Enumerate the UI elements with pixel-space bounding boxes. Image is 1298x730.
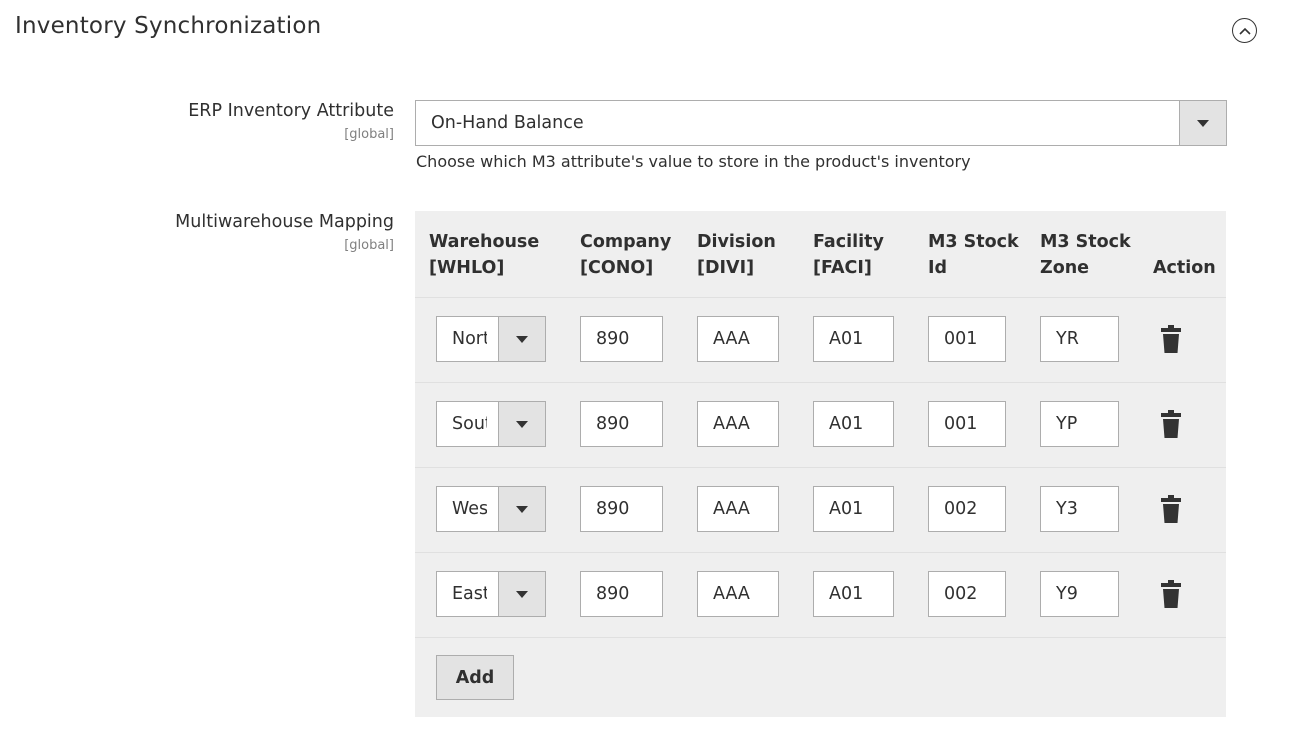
column-header-warehouse: Warehouse [WHLO] <box>429 232 540 278</box>
dropdown-toggle[interactable] <box>498 402 545 446</box>
column-header-company: Company [CONO] <box>580 232 672 278</box>
dropdown-toggle[interactable] <box>498 572 545 616</box>
warehouse-value: West <box>452 499 487 519</box>
erp-attribute-scope: [global] <box>344 127 394 142</box>
division-input[interactable] <box>697 571 779 617</box>
caret-down-icon <box>516 420 528 428</box>
warehouse-value: South <box>452 414 487 434</box>
stock-zone-input[interactable] <box>1040 571 1119 617</box>
caret-down-icon <box>516 590 528 598</box>
collapse-section-button[interactable] <box>1232 18 1257 43</box>
caret-down-icon <box>1197 119 1209 127</box>
warehouse-select[interactable]: South <box>436 401 546 447</box>
table-row: North <box>415 297 1226 382</box>
erp-attribute-label: ERP Inventory Attribute <box>188 101 394 121</box>
facility-input[interactable] <box>813 486 894 532</box>
caret-down-icon <box>516 335 528 343</box>
company-input[interactable] <box>580 486 663 532</box>
row-divider <box>415 637 1226 638</box>
stock-zone-input[interactable] <box>1040 401 1119 447</box>
division-input[interactable] <box>697 316 779 362</box>
erp-attribute-note: Choose which M3 attribute's value to sto… <box>416 152 971 171</box>
column-header-stock-zone: M3 Stock Zone <box>1040 232 1131 278</box>
warehouse-select[interactable]: North <box>436 316 546 362</box>
table-row: South <box>415 382 1226 467</box>
facility-input[interactable] <box>813 401 894 447</box>
add-row-button[interactable]: Add <box>436 655 514 700</box>
company-input[interactable] <box>580 401 663 447</box>
stock-id-input[interactable] <box>928 571 1006 617</box>
facility-input[interactable] <box>813 316 894 362</box>
table-row: West <box>415 467 1226 552</box>
section-title: Inventory Synchronization <box>15 13 322 39</box>
dropdown-toggle[interactable] <box>1179 101 1226 145</box>
company-input[interactable] <box>580 316 663 362</box>
company-input[interactable] <box>580 571 663 617</box>
mapping-scope: [global] <box>344 238 394 253</box>
table-row: East <box>415 552 1226 637</box>
dropdown-toggle[interactable] <box>498 487 545 531</box>
chevron-up-icon <box>1238 27 1251 35</box>
stock-zone-input[interactable] <box>1040 316 1119 362</box>
erp-attribute-selected: On-Hand Balance <box>431 113 584 133</box>
mapping-label: Multiwarehouse Mapping <box>175 212 394 232</box>
trash-icon[interactable] <box>1161 580 1181 608</box>
division-input[interactable] <box>697 486 779 532</box>
facility-input[interactable] <box>813 571 894 617</box>
column-header-action: Action <box>1153 258 1216 278</box>
stock-id-input[interactable] <box>928 486 1006 532</box>
warehouse-mapping-table: Warehouse [WHLO] Company [CONO] Division [D… <box>415 211 1226 717</box>
trash-icon[interactable] <box>1161 410 1181 438</box>
division-input[interactable] <box>697 401 779 447</box>
dropdown-toggle[interactable] <box>498 317 545 361</box>
warehouse-value: North <box>452 329 487 349</box>
stock-zone-input[interactable] <box>1040 486 1119 532</box>
warehouse-select[interactable]: West <box>436 486 546 532</box>
stock-id-input[interactable] <box>928 401 1006 447</box>
trash-icon[interactable] <box>1161 325 1181 353</box>
erp-attribute-select[interactable]: On-Hand Balance <box>415 100 1227 146</box>
stock-id-input[interactable] <box>928 316 1006 362</box>
warehouse-value: East <box>452 584 487 604</box>
caret-down-icon <box>516 505 528 513</box>
column-header-stock-id: M3 Stock Id <box>928 232 1019 278</box>
column-header-facility: Facility [FACI] <box>813 232 884 278</box>
trash-icon[interactable] <box>1161 495 1181 523</box>
column-header-division: Division [DIVI] <box>697 232 776 278</box>
warehouse-select[interactable]: East <box>436 571 546 617</box>
